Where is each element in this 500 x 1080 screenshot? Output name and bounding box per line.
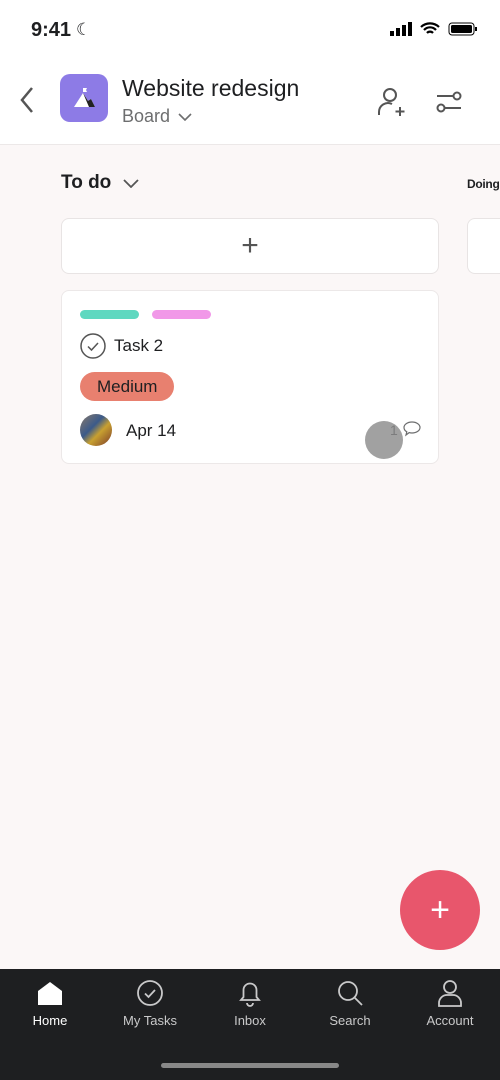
tab-account[interactable]: Account xyxy=(400,979,500,1028)
assignee-avatar xyxy=(80,414,112,446)
tab-label: Home xyxy=(32,1013,68,1028)
home-indicator xyxy=(161,1063,339,1068)
battery-icon xyxy=(448,22,477,36)
tag-teal xyxy=(80,310,139,319)
wifi-icon xyxy=(420,22,440,34)
mountain-icon xyxy=(74,88,95,107)
clock: 9:41 xyxy=(31,19,72,41)
tab-label: Account xyxy=(426,1013,474,1028)
bottom-tab-bar: Home My Tasks Inbox Search Account xyxy=(0,969,500,1080)
project-logo xyxy=(60,74,108,122)
add-task-button-doing[interactable] xyxy=(467,218,500,274)
column-header-doing[interactable]: Doing xyxy=(467,177,500,191)
status-bar: 9:41 ☾ xyxy=(0,0,500,60)
bell-icon xyxy=(239,982,261,1007)
tab-my-tasks[interactable]: My Tasks xyxy=(100,979,200,1028)
complete-check-icon[interactable] xyxy=(80,333,106,359)
comment-icon xyxy=(403,421,421,437)
tab-label: Inbox xyxy=(234,1013,266,1028)
priority-badge: Medium xyxy=(80,372,175,401)
tab-search[interactable]: Search xyxy=(300,979,400,1028)
add-task-button[interactable]: + xyxy=(61,218,439,274)
column-header-todo[interactable]: To do xyxy=(61,172,139,194)
tab-label: My Tasks xyxy=(123,1013,177,1028)
due-date: Apr 14 xyxy=(126,421,177,440)
moon-icon: ☾ xyxy=(76,20,92,39)
tab-inbox[interactable]: Inbox xyxy=(200,979,300,1028)
tab-home[interactable]: Home xyxy=(0,979,100,1028)
check-circle-icon xyxy=(137,980,163,1006)
filter-settings-icon[interactable] xyxy=(436,90,462,114)
view-label: Board xyxy=(122,106,171,126)
view-selector[interactable]: Board xyxy=(122,106,192,127)
home-icon xyxy=(38,982,62,1005)
tab-label: Search xyxy=(329,1013,371,1028)
touch-indicator xyxy=(365,421,403,459)
add-member-icon[interactable] xyxy=(376,86,408,118)
chevron-down-icon xyxy=(178,112,192,121)
column-title: To do xyxy=(61,172,112,193)
chevron-down-icon xyxy=(123,178,139,188)
task-title: Task 2 xyxy=(114,336,164,355)
signal-icon xyxy=(390,22,412,36)
search-icon xyxy=(338,981,363,1006)
project-title: Website redesign xyxy=(122,75,300,101)
person-icon xyxy=(438,980,462,1007)
tag-pink xyxy=(152,310,211,319)
project-header: Website redesign Board xyxy=(0,60,500,145)
create-task-fab[interactable]: + xyxy=(400,870,480,950)
back-chevron-icon[interactable] xyxy=(18,86,36,114)
